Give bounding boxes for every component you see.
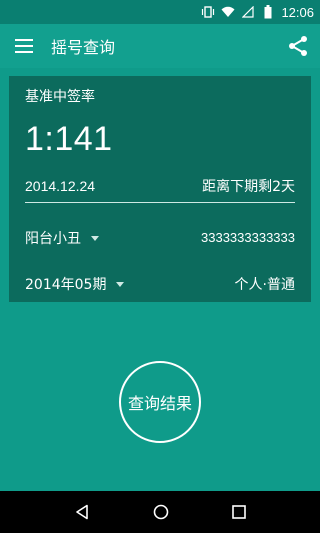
period-selector[interactable]: 2014年05期: [25, 274, 125, 294]
lottery-info-card: 基准中签率 1:141 2014.12.24 距离下期剩2天 阳台小丑 3333…: [9, 76, 311, 302]
battery-icon: [261, 5, 275, 19]
app-bar: 摇号查询: [0, 24, 320, 68]
period-value: 2014年05期: [25, 277, 107, 293]
navigation-bar: [0, 491, 320, 533]
chevron-down-icon: [116, 281, 125, 287]
status-time: 12:06: [281, 4, 314, 20]
applicant-type: 个人·普通: [234, 277, 295, 293]
query-result-button[interactable]: 查询结果: [119, 361, 201, 443]
days-remaining: 距离下期剩2天: [202, 179, 295, 195]
draw-date: 2014.12.24: [25, 178, 96, 194]
applicant-name: 阳台小丑: [25, 231, 81, 247]
win-ratio: 1:141: [25, 120, 113, 158]
divider: [25, 202, 295, 203]
share-icon[interactable]: [286, 34, 310, 58]
back-icon[interactable]: [74, 504, 90, 520]
signal-icon: [241, 5, 255, 19]
vibrate-icon: [201, 5, 215, 19]
recents-icon[interactable]: [232, 505, 247, 519]
home-icon[interactable]: [153, 504, 169, 520]
menu-icon[interactable]: [15, 39, 33, 53]
status-bar: 12:06: [0, 0, 320, 24]
chevron-down-icon: [91, 235, 99, 241]
applicant-code: 3333333333333: [201, 230, 295, 245]
wifi-icon: [221, 5, 235, 19]
applicant-selector[interactable]: 阳台小丑: [25, 228, 99, 248]
base-rate-label: 基准中签率: [25, 89, 95, 105]
page-title: 摇号查询: [51, 38, 116, 57]
